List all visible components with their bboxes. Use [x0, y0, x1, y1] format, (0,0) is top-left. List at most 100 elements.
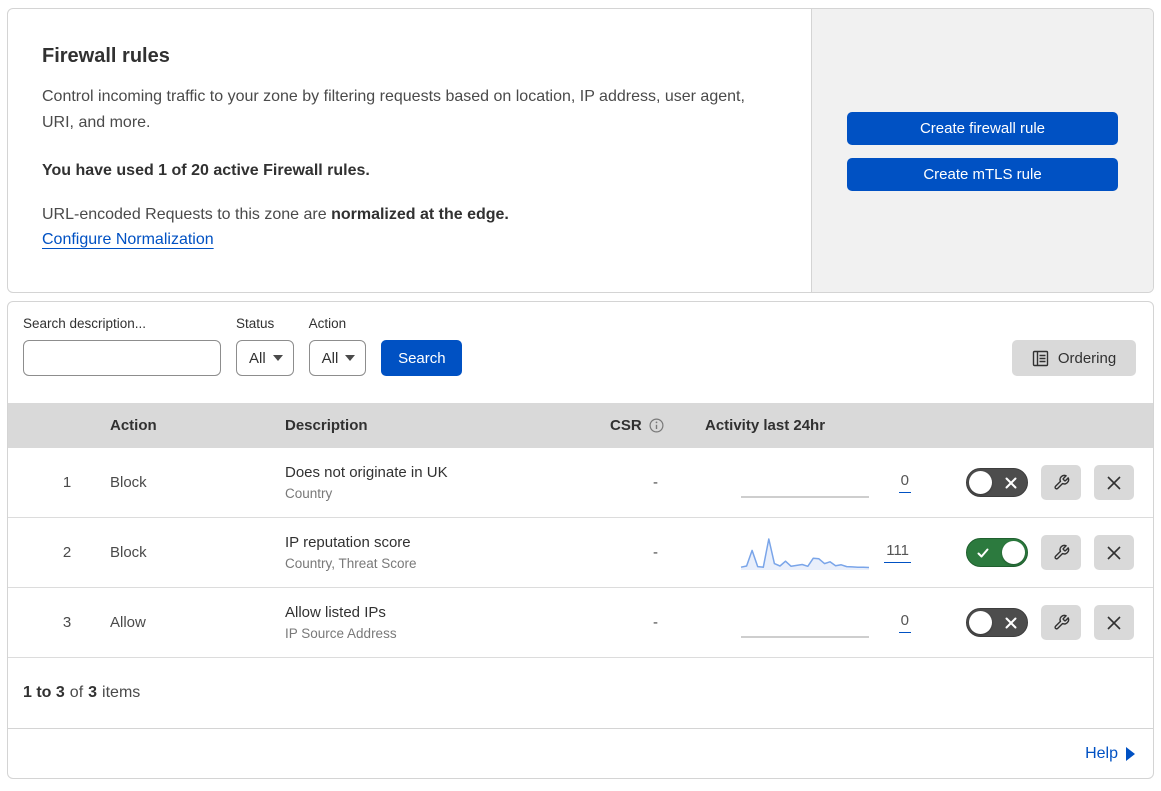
- rule-description: Allow listed IPs: [285, 604, 386, 621]
- csr-column-header: CSR: [598, 417, 688, 434]
- activity-column-header: Activity last 24hr: [705, 417, 826, 434]
- status-filter-group: Status All: [236, 316, 294, 376]
- wrench-icon: [1053, 614, 1069, 630]
- create-rule-panel: Create firewall rule Create mTLS rule: [811, 9, 1153, 292]
- page: Firewall rules Control incoming traffic …: [0, 0, 1161, 787]
- toggle-knob: [969, 471, 992, 494]
- rule-priority: 1: [62, 474, 72, 491]
- table-row: 3 Allow Allow listed IPs IP Source Addre…: [8, 588, 1153, 658]
- rule-activity-cell: 0: [688, 603, 938, 643]
- edit-rule-button[interactable]: [1041, 535, 1081, 570]
- search-input[interactable]: [44, 350, 225, 366]
- rule-fields: IP Source Address: [285, 626, 397, 641]
- toggle-state-icon: [1005, 617, 1017, 629]
- normalization-note-text: URL-encoded Requests to this zone are: [42, 206, 332, 223]
- pagination-status: 1 to 3 of 3 items: [8, 658, 1153, 729]
- help-link[interactable]: Help: [1085, 745, 1135, 763]
- help-bar: Help: [8, 729, 1153, 778]
- rule-priority: 3: [62, 614, 72, 631]
- activity-sparkline: [740, 603, 870, 643]
- search-button[interactable]: Search: [381, 340, 463, 376]
- activity-count-link[interactable]: 111: [884, 542, 911, 563]
- rule-controls: [938, 465, 1153, 500]
- arrow-right-icon: [1126, 746, 1135, 761]
- status-dropdown-value: All: [249, 349, 266, 367]
- pagination-items: items: [102, 684, 141, 701]
- action-dropdown[interactable]: All: [308, 340, 367, 376]
- rule-activity-cell: 111: [688, 533, 938, 573]
- rule-action: Block: [110, 474, 147, 491]
- ordering-list-icon: [1032, 350, 1049, 366]
- rule-description-cell: Allow listed IPs IP Source Address: [273, 604, 598, 641]
- filter-bar: Search description... Status All Action: [8, 302, 1153, 403]
- page-title: Firewall rules: [42, 45, 170, 67]
- toggle-knob: [1002, 541, 1025, 564]
- configure-normalization-link[interactable]: Configure Normalization: [42, 231, 214, 248]
- edit-rule-button[interactable]: [1041, 605, 1081, 640]
- normalization-note: URL-encoded Requests to this zone are no…: [42, 206, 771, 224]
- rule-action: Block: [110, 544, 147, 561]
- create-firewall-rule-button[interactable]: Create firewall rule: [847, 112, 1118, 145]
- rule-fields: Country, Threat Score: [285, 556, 417, 571]
- rule-fields: Country: [285, 486, 333, 501]
- rule-enabled-toggle[interactable]: [966, 468, 1028, 497]
- toggle-state-icon: [977, 548, 989, 558]
- rule-controls: [938, 535, 1153, 570]
- usage-summary: You have used 1 of 20 active Firewall ru…: [42, 162, 370, 179]
- create-mtls-rule-button[interactable]: Create mTLS rule: [847, 158, 1118, 191]
- chevron-down-icon: [272, 355, 283, 361]
- help-link-label: Help: [1085, 744, 1118, 762]
- search-input-wrapper[interactable]: [23, 340, 225, 376]
- firewall-overview-card: Firewall rules Control incoming traffic …: [7, 8, 1154, 293]
- rule-description: IP reputation score: [285, 534, 411, 551]
- action-column-header: Action: [110, 417, 157, 434]
- delete-rule-button[interactable]: [1094, 605, 1134, 640]
- activity-count-link[interactable]: 0: [898, 472, 911, 493]
- pagination-of: of: [69, 684, 84, 701]
- ordering-button-label: Ordering: [1057, 349, 1117, 367]
- rule-csr: -: [653, 614, 658, 631]
- page-description: Control incoming traffic to your zone by…: [42, 88, 745, 131]
- firewall-overview-text: Firewall rules Control incoming traffic …: [8, 9, 811, 292]
- rule-csr: -: [653, 474, 658, 491]
- toggle-knob: [969, 611, 992, 634]
- rule-csr: -: [653, 544, 658, 561]
- delete-rule-button[interactable]: [1094, 535, 1134, 570]
- pagination-range: 1 to 3: [23, 684, 65, 701]
- delete-rule-button[interactable]: [1094, 465, 1134, 500]
- pagination-total: 3: [88, 684, 98, 701]
- rule-description-cell: IP reputation score Country, Threat Scor…: [273, 534, 598, 571]
- chevron-down-icon: [345, 355, 356, 361]
- close-icon: [1107, 475, 1121, 490]
- rule-enabled-toggle[interactable]: [966, 608, 1028, 637]
- close-icon: [1107, 545, 1121, 560]
- info-icon[interactable]: [649, 418, 664, 433]
- rule-controls: [938, 605, 1153, 640]
- action-filter-group: Action All: [308, 316, 367, 376]
- status-dropdown[interactable]: All: [236, 340, 294, 376]
- toggle-state-icon: [1005, 477, 1017, 489]
- ordering-button[interactable]: Ordering: [1012, 340, 1136, 376]
- wrench-icon: [1053, 474, 1069, 490]
- rule-enabled-toggle[interactable]: [966, 538, 1028, 567]
- rule-activity-cell: 0: [688, 463, 938, 503]
- wrench-icon: [1053, 544, 1069, 560]
- action-label: Action: [308, 316, 347, 331]
- table-row: 2 Block IP reputation score Country, Thr…: [8, 518, 1153, 588]
- activity-sparkline: [740, 463, 870, 503]
- csr-column-label: CSR: [610, 417, 642, 434]
- rule-priority: 2: [62, 544, 72, 561]
- rule-action: Allow: [110, 614, 146, 631]
- activity-count-link[interactable]: 0: [898, 612, 911, 633]
- rule-description-cell: Does not originate in UK Country: [273, 464, 598, 501]
- table-row: 1 Block Does not originate in UK Country…: [8, 448, 1153, 518]
- activity-sparkline: [740, 533, 870, 573]
- action-dropdown-value: All: [321, 349, 339, 367]
- normalization-note-bold: normalized at the edge.: [331, 206, 509, 223]
- firewall-rules-list-card: Search description... Status All Action: [7, 301, 1154, 779]
- status-label: Status: [236, 316, 275, 331]
- rule-description: Does not originate in UK: [285, 464, 448, 481]
- edit-rule-button[interactable]: [1041, 465, 1081, 500]
- table-header-row: Action Description CSR Activity last 24h…: [8, 403, 1153, 448]
- description-column-header: Description: [285, 417, 368, 434]
